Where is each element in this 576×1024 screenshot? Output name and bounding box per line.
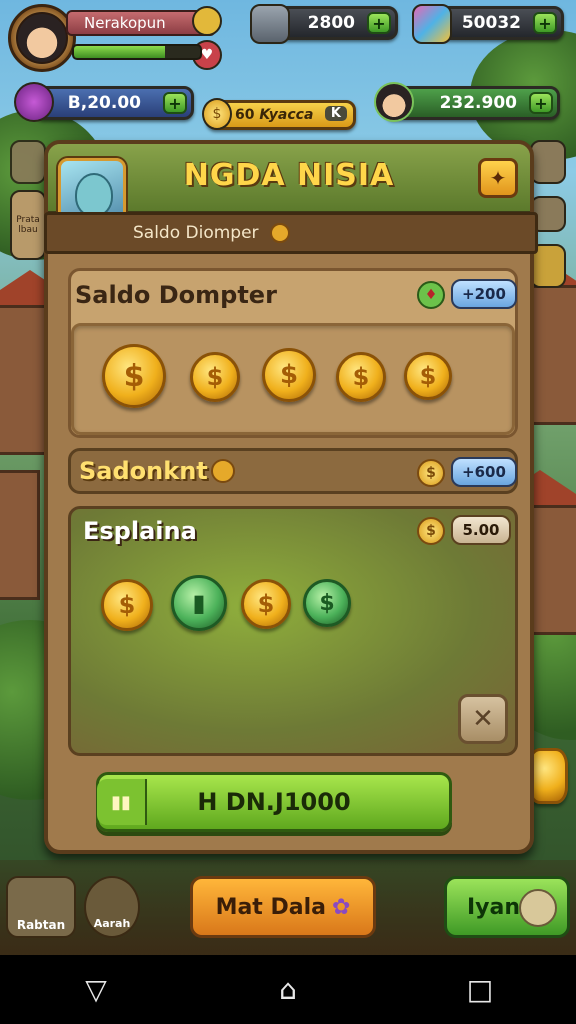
level-icon [192, 6, 222, 36]
back-icon[interactable]: ▽ [66, 973, 126, 1006]
section-sadonknt-label: Sadonknt [79, 457, 208, 485]
dialog-title: NGDA NISIA [183, 158, 395, 193]
flower-icon: ✿ [331, 894, 351, 920]
coin-item[interactable]: $ [404, 352, 452, 400]
system-nav-bar: ▽ ⌂ □ [0, 955, 576, 1024]
gem-pile-icon [412, 4, 452, 44]
side-coin-icon [528, 748, 568, 804]
coin-icon: $ [202, 98, 232, 130]
coin-icon: $ [417, 517, 445, 545]
gems-counter: B,20.00 + [34, 86, 194, 120]
coin-item[interactable]: $ [336, 352, 386, 402]
ticket-icon [250, 4, 290, 44]
mid-suffix: K [324, 106, 347, 121]
coin-item[interactable]: $ [241, 579, 291, 629]
gem-icon [14, 82, 54, 122]
badge-icon [211, 459, 235, 483]
bottom-tab-rabtan-label: Rabtan [16, 918, 66, 932]
section-sadonknt-amount[interactable]: +600 [451, 457, 517, 487]
gems-plus-button[interactable]: + [163, 92, 187, 114]
side-tab-right-icon[interactable] [530, 140, 566, 184]
hp-bar [72, 44, 202, 60]
section-esplaina-amount[interactable]: 5.00 [451, 515, 511, 545]
side-tab-label: Prata lbau [16, 215, 40, 235]
currency-a-plus-button[interactable]: + [367, 12, 391, 34]
hp-bar-fill [74, 46, 165, 58]
green-coin-item[interactable]: ▮ [171, 575, 227, 631]
section-esplaina-panel: Esplaina $ 5.00 $ ▮ $ $ [68, 506, 518, 756]
section-saldo-amount[interactable]: +200 [451, 279, 517, 309]
pot-icon [519, 889, 557, 927]
section-saldo-panel: Saldo Dompter ♦ +200 $ $ $ $ $ [68, 268, 518, 438]
mid-label: Kyacca [259, 107, 314, 123]
currency-a-value: 2800 [307, 13, 355, 33]
coin-tray: $ $ $ $ $ [71, 323, 515, 435]
dialog-close-button[interactable]: ✦ [478, 158, 518, 198]
shop-dialog: NGDA NISIA ✦ Saldo Diomper Saldo Dompter… [44, 140, 538, 854]
bottom-tab-rabtan[interactable]: Rabtan [6, 876, 76, 938]
npc-face-icon [75, 173, 113, 217]
coin-item[interactable]: $ [101, 579, 153, 631]
coin-item[interactable]: $ [190, 352, 240, 402]
green-coin-item[interactable]: $ [303, 579, 351, 627]
main-action-label: Mat Dala [215, 894, 326, 920]
friend-avatar-icon[interactable] [374, 82, 414, 122]
home-icon[interactable]: ⌂ [258, 973, 318, 1006]
section-sadonknt-panel: Sadonknt $ +600 [68, 448, 518, 494]
bottom-tab-aarah-label: Aarah [93, 917, 131, 930]
right-action-button[interactable]: Iyan [444, 876, 570, 938]
badge-icon [269, 223, 290, 243]
coin-item[interactable]: $ [102, 344, 166, 408]
house [0, 470, 40, 600]
coin-icon: $ [417, 459, 445, 487]
side-tab-icon[interactable] [10, 140, 46, 184]
right-action-label: Iyan [467, 894, 521, 920]
mid-value: 60 [235, 107, 255, 123]
currency-b-plus-button[interactable]: + [533, 12, 557, 34]
side-tab-left[interactable]: Prata lbau [10, 190, 46, 260]
subheader-label: Saldo Diomper [133, 223, 259, 243]
buy-button[interactable]: ▮▮ H DN.J1000 [96, 772, 452, 832]
avatar-face [16, 12, 68, 64]
main-action-button[interactable]: Mat Dala ✿ [190, 876, 376, 938]
remove-button[interactable]: ✕ [458, 694, 508, 744]
bottom-tab-aarah[interactable]: Aarah [84, 876, 140, 938]
recent-apps-icon[interactable]: □ [450, 973, 510, 1006]
coins-value: 232.900 [439, 93, 517, 113]
coins-plus-button[interactable]: + [529, 92, 553, 114]
gift-icon: ♦ [417, 281, 445, 309]
dialog-subheader: Saldo Diomper [44, 212, 538, 254]
section-saldo-label: Saldo Dompter [75, 281, 277, 309]
currency-b-value: 50032 [461, 13, 521, 33]
coin-item[interactable]: $ [262, 348, 316, 402]
gems-value: B,20.00 [67, 93, 141, 113]
section-esplaina-label: Esplaina [83, 517, 197, 545]
ticket-icon: ▮▮ [97, 779, 147, 825]
buy-button-label: H DN.J1000 [197, 788, 351, 816]
